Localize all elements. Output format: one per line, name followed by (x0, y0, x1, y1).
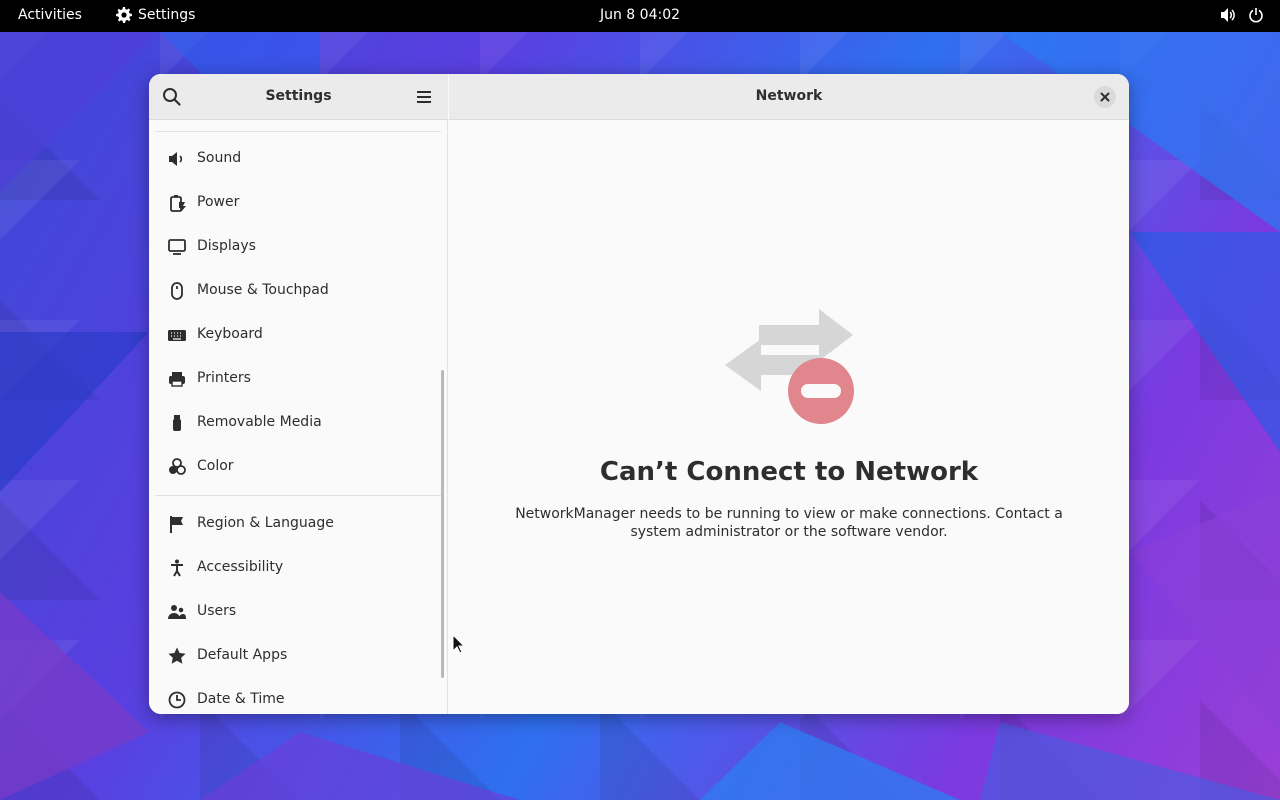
settings-window: Settings Sound Power Displays Mouse & To… (149, 74, 1129, 714)
sidebar-item-default-apps[interactable]: Default Apps (155, 634, 441, 678)
main-header: Network (449, 74, 1129, 120)
hamburger-menu-icon[interactable] (413, 86, 435, 108)
status-title: Can’t Connect to Network (599, 457, 979, 487)
flag-icon (170, 516, 183, 533)
status-description: NetworkManager needs to be running to vi… (515, 506, 1063, 540)
sidebar-item-label: Mouse & Touchpad (197, 282, 329, 298)
speaker-icon (169, 152, 183, 166)
sidebar-item-power[interactable]: Power (155, 181, 441, 225)
sidebar-item-printers[interactable]: Printers (155, 357, 441, 401)
sidebar-item-label: Color (197, 458, 234, 474)
gear-icon (116, 7, 132, 23)
sidebar-item-label: Accessibility (197, 559, 284, 575)
usb-icon (173, 415, 181, 431)
star-icon (168, 647, 186, 664)
clock-icon (168, 691, 186, 709)
printer-icon (169, 372, 185, 387)
power-icon (1249, 8, 1263, 23)
sidebar-item-label: Printers (197, 370, 251, 386)
top-bar: Activities Settings Jun 8 04:02 (0, 0, 1280, 32)
sidebar-header: Settings (149, 74, 448, 120)
close-icon (1100, 92, 1110, 102)
battery-icon (170, 195, 186, 212)
sidebar-item-label: Displays (197, 238, 256, 254)
separator (155, 131, 441, 132)
sidebar-item-label: Region & Language (197, 515, 334, 531)
page-title: Network (755, 88, 823, 104)
app-menu-label: Settings (138, 7, 196, 23)
main-content: Can’t Connect to Network NetworkManager … (449, 121, 1129, 714)
system-tray[interactable] (1220, 7, 1264, 23)
sidebar-scrollbar[interactable] (441, 370, 444, 678)
mouse-icon (171, 282, 183, 300)
sidebar-item-label: Sound (197, 150, 242, 166)
sidebar-item-label: Removable Media (197, 414, 322, 430)
keyboard-icon (168, 330, 186, 341)
volume-icon (1221, 8, 1235, 22)
clock[interactable]: Jun 8 04:02 (600, 7, 680, 23)
sidebar-item-removable-media[interactable]: Removable Media (155, 401, 441, 445)
sidebar-item-displays[interactable]: Displays (155, 225, 441, 269)
users-icon (168, 605, 186, 619)
sidebar-item-label: Users (197, 603, 237, 619)
sidebar-item-label: Default Apps (197, 647, 288, 663)
network-error-icon (725, 309, 854, 424)
sidebar-item-label: Date & Time (197, 691, 285, 707)
sidebar-title: Settings (265, 88, 332, 104)
sidebar-item-color[interactable]: Color (155, 445, 441, 489)
sidebar-item-label: Keyboard (197, 326, 263, 342)
monitor-icon (168, 239, 186, 255)
color-icon (169, 458, 186, 475)
sidebar-item-mouse-touchpad[interactable]: Mouse & Touchpad (155, 269, 441, 313)
separator (155, 495, 441, 496)
sidebar-item-users[interactable]: Users (155, 590, 441, 634)
sidebar-item-date-time[interactable]: Date & Time (155, 678, 441, 714)
close-button[interactable] (1094, 86, 1116, 108)
sidebar: Settings Sound Power Displays Mouse & To… (149, 74, 448, 714)
sidebar-item-region-language[interactable]: Region & Language (155, 502, 441, 546)
accessibility-icon (171, 559, 183, 577)
mouse-cursor-icon (452, 634, 466, 654)
sidebar-item-sound[interactable]: Sound (155, 137, 441, 181)
sidebar-item-keyboard[interactable]: Keyboard (155, 313, 441, 357)
sidebar-list[interactable]: Sound Power Displays Mouse & Touchpad Ke… (149, 120, 448, 714)
app-menu-button[interactable]: Settings (116, 7, 195, 23)
activities-button[interactable]: Activities (18, 7, 82, 23)
sidebar-item-accessibility[interactable]: Accessibility (155, 546, 441, 590)
sidebar-item-label: Power (197, 194, 240, 210)
